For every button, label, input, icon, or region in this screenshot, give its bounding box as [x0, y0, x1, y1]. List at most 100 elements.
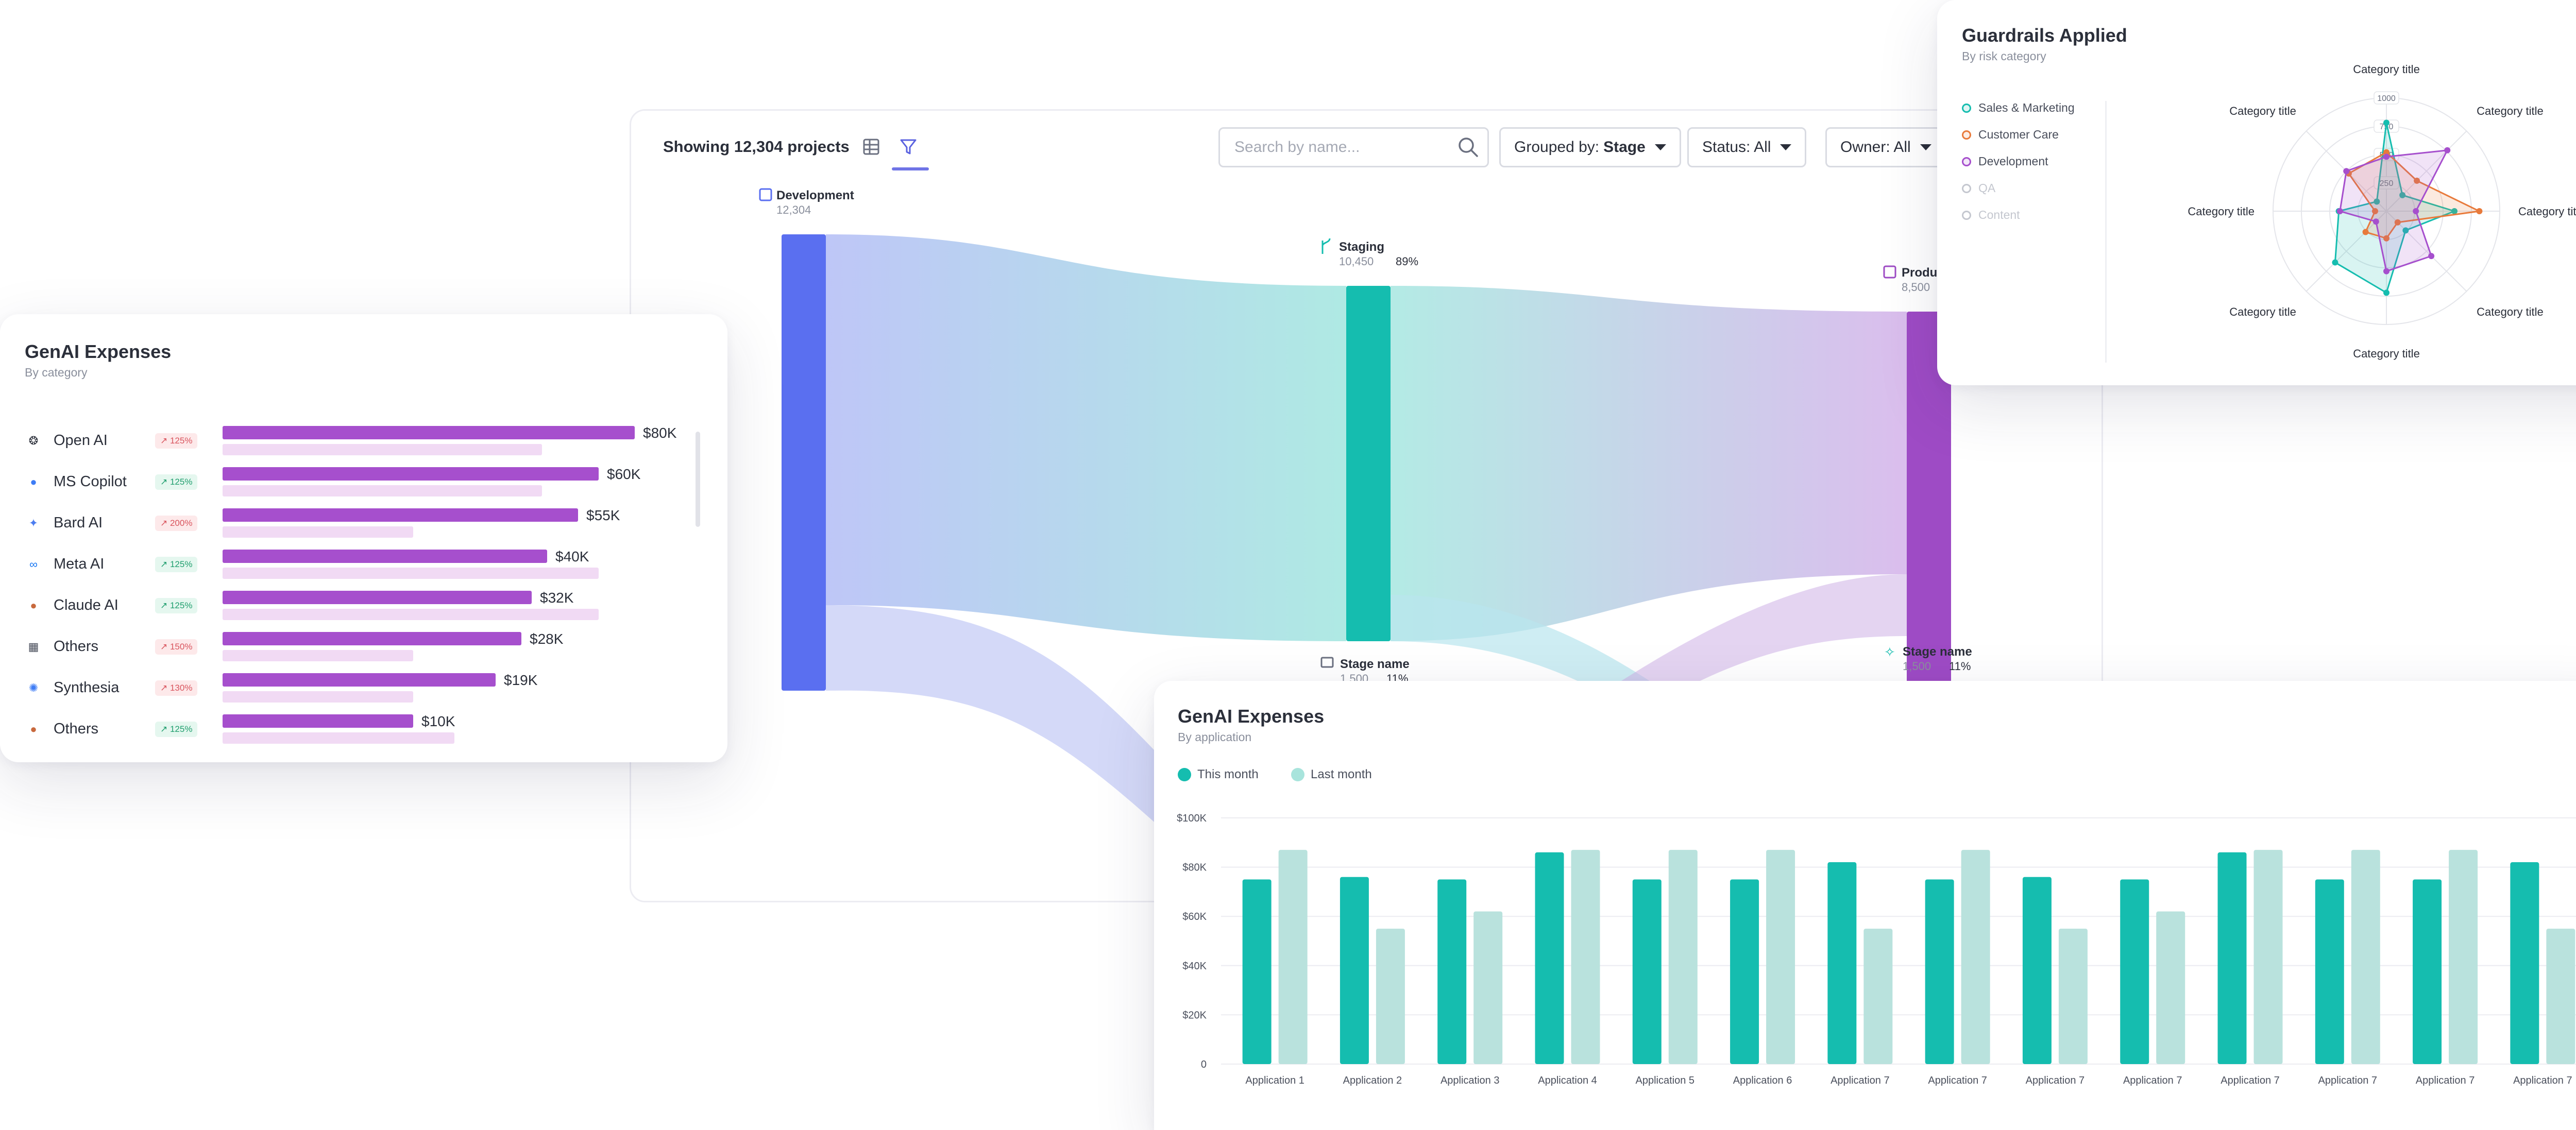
y-tick-label: $80K [1182, 862, 1207, 874]
bar-last-month [2058, 929, 2088, 1064]
bar-last-month [1863, 929, 1893, 1064]
bar-this-month [2315, 879, 2344, 1064]
bar-last-month [2449, 850, 2478, 1064]
meta-icon: ∞ [29, 558, 38, 571]
node-value: 10,450 [1339, 255, 1374, 268]
bar-current [223, 467, 599, 481]
copilot-icon: ● [30, 475, 37, 488]
category-value: $80K [643, 425, 677, 441]
radar-point [2383, 289, 2389, 296]
category-label: Open AI [54, 432, 108, 449]
category-row[interactable]: ✺ Synthesia ↗ 130% $19K [25, 672, 705, 713]
bar-current [223, 591, 532, 604]
category-label: Synthesia [54, 679, 120, 696]
inbox-icon [1320, 657, 1334, 668]
radar-chart: 1000750500250Category titleCategory titl… [2188, 63, 2576, 360]
category-row[interactable]: ✦ Bard AI ↗ 200% $55K [25, 507, 705, 549]
flow-development-staging [826, 234, 1346, 641]
axis-label: Category title [2477, 105, 2544, 117]
legend-item[interactable]: Development [1962, 155, 2048, 168]
bar-current [223, 714, 413, 728]
bar-previous [223, 444, 542, 455]
legend-item[interactable]: Content [1962, 208, 2020, 222]
node-percent: 11% [1949, 660, 1971, 673]
legend-item[interactable]: QA [1962, 181, 1995, 195]
x-tick-label: Application 3 [1440, 1075, 1500, 1086]
category-row[interactable]: ● MS Copilot ↗ 125% $60K [25, 466, 705, 507]
bar-previous [223, 691, 413, 703]
category-value: $32K [540, 590, 574, 606]
radar-point [2372, 218, 2379, 225]
y-tick-label: $60K [1182, 911, 1207, 922]
x-tick-label: Application 7 [1928, 1075, 1987, 1086]
x-tick-label: Application 7 [2221, 1075, 2280, 1086]
trend-badge: ↗ 125% [155, 598, 198, 613]
radar-point [2428, 253, 2435, 260]
axis-label: Category title [2188, 205, 2255, 218]
y-tick-label: $40K [1182, 961, 1207, 972]
category-label: Meta AI [54, 556, 105, 572]
bar-last-month [1961, 850, 1990, 1064]
deploy-icon [1883, 265, 1896, 279]
radar-point [2444, 147, 2451, 153]
radar-point [2332, 259, 2338, 266]
category-value: $28K [530, 631, 564, 647]
legend-last-month[interactable]: Last month [1291, 767, 1372, 782]
guardrails-card: Guardrails Applied By risk category Sale… [1937, 0, 2576, 385]
radar-point [2362, 229, 2369, 235]
category-row[interactable]: ● Others ↗ 125% $10K [25, 713, 705, 755]
category-row[interactable]: ∞ Meta AI ↗ 125% $40K [25, 549, 705, 590]
legend-label: Customer Care [1978, 128, 2059, 141]
bar-this-month [1632, 879, 1662, 1064]
category-row[interactable]: ▦ Others ↗ 150% $28K [25, 631, 705, 672]
legend-ring-icon [1962, 210, 1971, 220]
divider [2105, 101, 2107, 363]
category-value: $55K [586, 507, 620, 523]
category-label: Others [54, 721, 99, 737]
bar-this-month [1242, 879, 1272, 1064]
legend-label: Sales & Marketing [1978, 101, 2075, 114]
node-staging[interactable] [1346, 286, 1391, 641]
axis-label: Category title [2229, 105, 2296, 117]
trend-badge: ↗ 125% [155, 433, 198, 449]
bar-last-month [1376, 929, 1405, 1064]
others-icon: ● [30, 723, 37, 735]
bar-this-month [1730, 879, 1759, 1064]
axis-label: Category title [2477, 305, 2544, 318]
bar-this-month [2413, 879, 2442, 1064]
legend-item[interactable]: Customer Care [1962, 128, 2059, 142]
bar-previous [223, 485, 542, 496]
legend-this-month[interactable]: This month [1178, 767, 1259, 782]
bar-last-month [1766, 850, 1795, 1064]
category-row[interactable]: ● Claude AI ↗ 125% $32K [25, 590, 705, 631]
x-tick-label: Application 4 [1538, 1075, 1597, 1086]
x-tick-label: Application 2 [1343, 1075, 1402, 1086]
card-subtitle: By application [1178, 730, 1252, 744]
trend-badge: ↗ 125% [155, 474, 198, 490]
node-name: Stage name [1340, 657, 1410, 671]
category-label: Bard AI [54, 515, 103, 531]
legend-label: QA [1978, 181, 1996, 195]
bard-icon: ✦ [28, 517, 39, 529]
category-value: $19K [504, 672, 538, 688]
category-row[interactable]: ❂ Open AI ↗ 125% $80K [25, 425, 705, 466]
bar-this-month [2510, 862, 2539, 1064]
trend-badge: ↗ 125% [155, 557, 198, 572]
bar-last-month [2351, 850, 2380, 1064]
node-percent: 89% [1396, 255, 1418, 268]
bar-previous [223, 609, 599, 620]
category-value: $40K [555, 549, 589, 564]
category-value: $60K [607, 466, 641, 482]
bar-this-month [1535, 852, 1564, 1064]
legend-label: This month [1197, 767, 1259, 781]
radar-point [2336, 208, 2343, 214]
axis-label: Category title [2353, 347, 2420, 360]
bar-last-month [1473, 911, 1503, 1064]
node-development[interactable] [782, 234, 826, 691]
grid-icon: ▦ [28, 640, 39, 653]
bar-this-month [1437, 879, 1467, 1064]
legend-item[interactable]: Sales & Marketing [1962, 101, 2075, 115]
bar-this-month [2120, 879, 2149, 1064]
axis-label: Category title [2229, 305, 2296, 318]
scrollbar[interactable] [696, 432, 700, 527]
